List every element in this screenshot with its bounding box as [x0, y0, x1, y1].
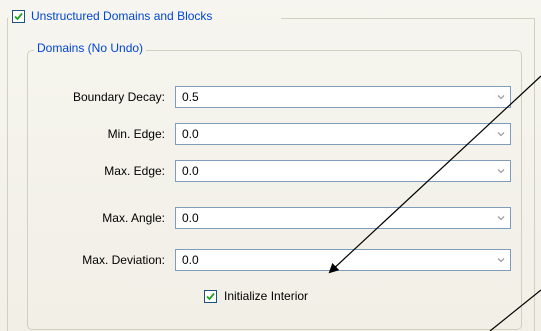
dropdown-arrow-icon[interactable] [493, 162, 509, 180]
dropdown-arrow-icon[interactable] [493, 209, 509, 227]
checkmark-icon [14, 12, 23, 20]
section-divider [281, 18, 535, 19]
field-label: Boundary Decay: [72, 90, 165, 104]
field-row-max-edge: Max. Edge: 0.0 [0, 160, 520, 182]
section-border-right [534, 18, 535, 331]
dropdown-arrow-icon[interactable] [493, 88, 509, 106]
max-angle-combobox[interactable]: 0.0 [175, 207, 511, 229]
section-title: Unstructured Domains and Blocks [31, 9, 213, 23]
field-label: Max. Deviation: [82, 253, 165, 267]
field-value: 0.5 [182, 90, 199, 104]
field-label: Min. Edge: [107, 127, 165, 141]
field-row-boundary-decay: Boundary Decay: 0.5 [0, 86, 520, 108]
field-value: 0.0 [182, 127, 199, 141]
field-row-max-angle: Max. Angle: 0.0 [0, 207, 520, 229]
section-header[interactable]: Unstructured Domains and Blocks [12, 9, 217, 23]
initialize-interior-checkbox[interactable] [204, 289, 217, 303]
initialize-interior-label: Initialize Interior [224, 289, 309, 303]
field-value: 0.0 [182, 164, 199, 178]
field-row-max-deviation: Max. Deviation: 0.0 [0, 249, 520, 271]
section-checkbox[interactable] [12, 9, 25, 23]
field-value: 0.0 [182, 253, 199, 267]
min-edge-combobox[interactable]: 0.0 [175, 123, 511, 145]
group-title: Domains (No Undo) [34, 41, 147, 55]
max-deviation-combobox[interactable]: 0.0 [175, 249, 511, 271]
dropdown-arrow-icon[interactable] [493, 125, 509, 143]
field-row-min-edge: Min. Edge: 0.0 [0, 123, 520, 145]
dropdown-arrow-icon[interactable] [493, 251, 509, 269]
max-edge-combobox[interactable]: 0.0 [175, 160, 511, 182]
boundary-decay-combobox[interactable]: 0.5 [175, 86, 511, 108]
field-label: Max. Angle: [102, 211, 165, 225]
settings-panel: Unstructured Domains and Blocks Domains … [0, 0, 541, 331]
field-label: Max. Edge: [104, 164, 165, 178]
field-value: 0.0 [182, 211, 199, 225]
checkmark-icon [206, 292, 215, 300]
initialize-interior-option[interactable]: Initialize Interior [204, 289, 308, 303]
